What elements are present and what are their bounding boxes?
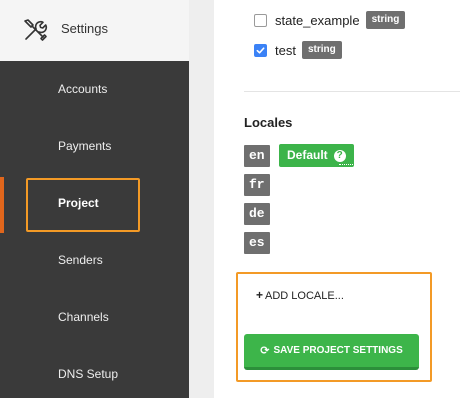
settings-label: Settings xyxy=(61,21,108,36)
help-icon[interactable]: ? xyxy=(333,149,346,162)
sidebar-item-label: Senders xyxy=(58,253,103,267)
locale-chip-fr[interactable]: fr xyxy=(244,174,270,196)
field-checkbox[interactable] xyxy=(254,43,267,57)
sidebar-item-payments[interactable]: Payments xyxy=(0,132,189,162)
sidebar-item-label: Payments xyxy=(58,139,112,153)
locale-chip-es[interactable]: es xyxy=(244,232,270,254)
locale-chip-en[interactable]: en xyxy=(244,145,270,167)
sidebar-item-senders[interactable]: Senders xyxy=(0,246,189,276)
sidebar-item-dns-setup[interactable]: DNS Setup xyxy=(0,360,189,390)
sidebar-item-channels[interactable]: Channels xyxy=(0,303,189,333)
check-icon xyxy=(256,46,265,54)
help-underline xyxy=(339,164,355,165)
plus-icon: + xyxy=(256,288,264,302)
section-divider xyxy=(244,91,460,92)
sidebar: Settings Accounts Payments Project Sende… xyxy=(0,0,189,398)
field-type-badge: string xyxy=(365,11,406,29)
sidebar-item-label: Channels xyxy=(58,310,109,324)
field-name: state_example xyxy=(275,12,360,28)
field-checkbox[interactable] xyxy=(254,13,267,27)
sidebar-header[interactable]: Settings xyxy=(0,0,189,61)
project-highlight-box xyxy=(26,178,140,232)
locales-title: Locales xyxy=(244,115,293,130)
sidebar-item-accounts[interactable]: Accounts xyxy=(0,75,189,105)
field-row-state-example: state_example string xyxy=(254,10,406,30)
sidebar-item-label: Accounts xyxy=(58,82,108,96)
field-row-test: test string xyxy=(254,40,342,60)
field-type-badge: string xyxy=(301,41,342,59)
locale-chip-de[interactable]: de xyxy=(244,203,270,225)
add-locale-button[interactable]: + ADD LOCALE... xyxy=(256,288,344,302)
content-gutter xyxy=(189,0,214,398)
field-name: test xyxy=(275,42,296,58)
save-button-label: SAVE PROJECT SETTINGS xyxy=(273,345,403,356)
save-project-settings-button[interactable]: ⟳ SAVE PROJECT SETTINGS xyxy=(244,334,419,370)
refresh-icon: ⟳ xyxy=(260,344,270,357)
add-locale-label: ADD LOCALE... xyxy=(265,290,344,302)
tools-icon xyxy=(22,17,48,43)
sidebar-item-label: DNS Setup xyxy=(58,367,119,381)
default-label: Default xyxy=(287,148,328,162)
